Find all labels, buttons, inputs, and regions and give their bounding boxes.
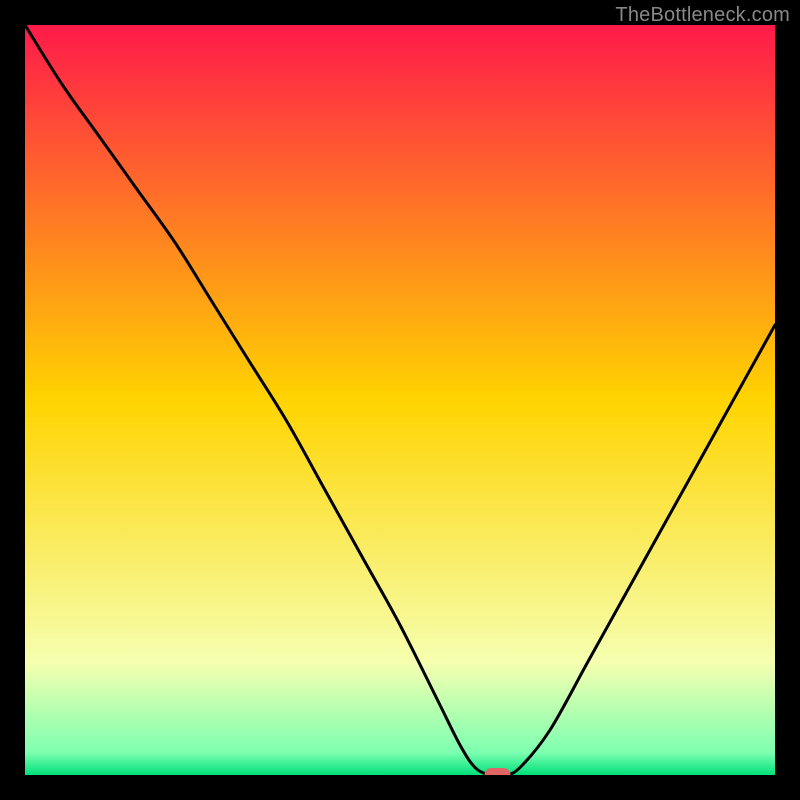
plot-area	[25, 25, 775, 775]
watermark-text: TheBottleneck.com	[615, 4, 790, 27]
chart-svg	[25, 25, 775, 775]
optimum-marker	[485, 768, 511, 775]
gradient-background	[25, 25, 775, 775]
chart-frame: TheBottleneck.com	[0, 0, 800, 800]
